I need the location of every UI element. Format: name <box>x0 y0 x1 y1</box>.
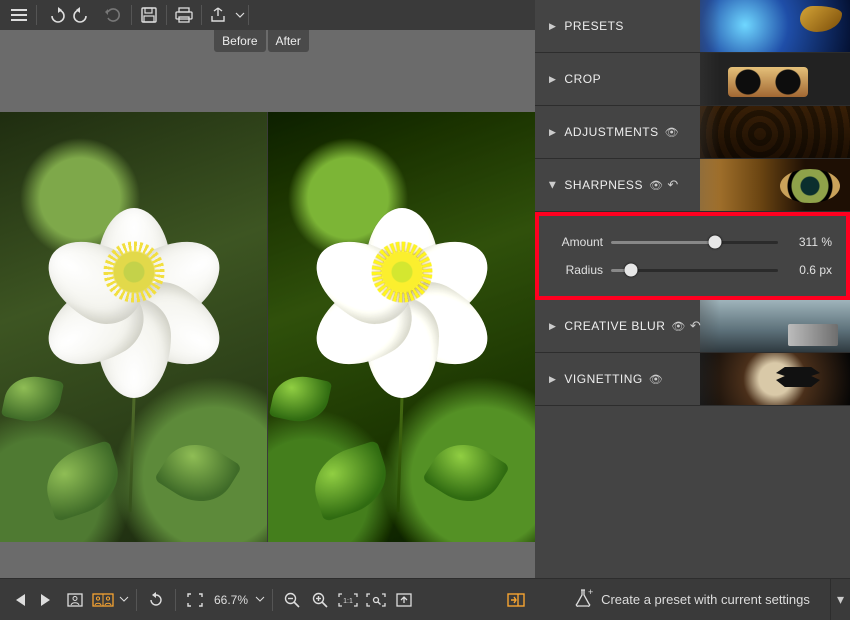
create-preset-button[interactable]: + Create a preset with current settings … <box>535 578 850 620</box>
expand-icon: ▶ <box>549 21 556 32</box>
section-crop[interactable]: ▶ CROP <box>535 53 850 106</box>
bottom-toolbar: 66.7% 1:1 <box>0 578 535 620</box>
create-preset-dropdown[interactable]: ▾ <box>830 579 850 620</box>
radius-value: 0.6 px <box>784 263 832 277</box>
save-button[interactable] <box>134 2 164 28</box>
eye-icon[interactable]: 👁 <box>649 179 663 192</box>
radius-row: Radius 0.6 px <box>553 256 832 284</box>
section-thumbnail <box>700 106 850 158</box>
radius-slider[interactable] <box>611 263 778 277</box>
reset-icon[interactable]: ↶ <box>690 318 701 334</box>
navigator-open-button[interactable] <box>391 586 417 614</box>
sharpness-controls: Amount 311 % Radius 0.6 px <box>535 212 850 300</box>
reset-icon[interactable]: ↶ <box>667 177 678 193</box>
section-vignetting[interactable]: ▶ VIGNETTING 👁 <box>535 353 850 406</box>
expand-icon: ▶ <box>549 74 556 85</box>
compare-dropdown[interactable] <box>118 586 130 614</box>
before-label: Before <box>214 30 265 52</box>
print-button[interactable] <box>169 2 199 28</box>
redo-button[interactable] <box>69 2 99 28</box>
section-creative-blur[interactable]: ▶ CREATIVE BLUR 👁 ↶ <box>535 300 850 353</box>
first-image-button[interactable] <box>6 586 32 614</box>
fit-screen-button[interactable] <box>363 586 389 614</box>
menu-button[interactable] <box>4 2 34 28</box>
after-pane[interactable] <box>267 112 535 542</box>
before-pane[interactable] <box>0 112 267 542</box>
zoom-out-button[interactable] <box>279 586 305 614</box>
compare-view-button[interactable] <box>90 586 116 614</box>
panel-toggle-button[interactable] <box>503 586 529 614</box>
svg-text:+: + <box>588 587 593 597</box>
actual-pixels-button[interactable]: 1:1 <box>335 586 361 614</box>
single-view-button[interactable] <box>62 586 88 614</box>
rotate-button[interactable] <box>143 586 169 614</box>
after-label: After <box>268 30 309 52</box>
amount-slider[interactable] <box>611 235 778 249</box>
expand-icon: ▶ <box>549 374 556 385</box>
section-title: SHARPNESS <box>564 178 643 192</box>
section-thumbnail <box>700 159 850 211</box>
section-presets[interactable]: ▶ PRESETS <box>535 0 850 53</box>
repeat-button[interactable] <box>99 2 129 28</box>
section-title: ADJUSTMENTS <box>564 125 658 139</box>
section-title: VIGNETTING <box>564 372 642 386</box>
section-thumbnail <box>700 300 850 352</box>
radius-label: Radius <box>553 263 603 277</box>
right-panel: ▶ PRESETS ▶ CROP ▶ ADJUSTMENTS 👁 ▶ SHARP… <box>535 0 850 620</box>
amount-value: 311 % <box>784 235 832 249</box>
section-adjustments[interactable]: ▶ ADJUSTMENTS 👁 <box>535 106 850 159</box>
expand-icon: ▶ <box>549 127 556 138</box>
section-title: PRESETS <box>564 19 624 33</box>
section-thumbnail <box>700 0 850 52</box>
zoom-value: 66.7% <box>210 593 252 607</box>
section-thumbnail <box>700 353 850 405</box>
eye-icon[interactable]: 👁 <box>649 373 663 386</box>
flask-icon: + <box>575 589 591 610</box>
svg-text:1:1: 1:1 <box>343 598 353 605</box>
section-title: CROP <box>564 72 601 86</box>
collapse-icon: ▶ <box>547 181 558 188</box>
amount-label: Amount <box>553 235 603 249</box>
undo-button[interactable] <box>39 2 69 28</box>
eye-icon[interactable]: 👁 <box>671 320 685 333</box>
fit-corners-button[interactable] <box>182 586 208 614</box>
create-preset-label: Create a preset with current settings <box>601 592 810 607</box>
zoom-in-button[interactable] <box>307 586 333 614</box>
image-compare-area: Before After <box>0 30 535 578</box>
eye-icon[interactable]: 👁 <box>665 126 679 139</box>
section-thumbnail <box>700 53 850 105</box>
amount-row: Amount 311 % <box>553 228 832 256</box>
section-title: CREATIVE BLUR <box>564 319 665 333</box>
share-button[interactable] <box>204 2 234 28</box>
zoom-dropdown[interactable] <box>254 586 266 614</box>
share-dropdown[interactable] <box>234 2 246 28</box>
last-image-button[interactable] <box>34 586 60 614</box>
expand-icon: ▶ <box>549 321 556 332</box>
section-sharpness[interactable]: ▶ SHARPNESS 👁 ↶ <box>535 159 850 212</box>
